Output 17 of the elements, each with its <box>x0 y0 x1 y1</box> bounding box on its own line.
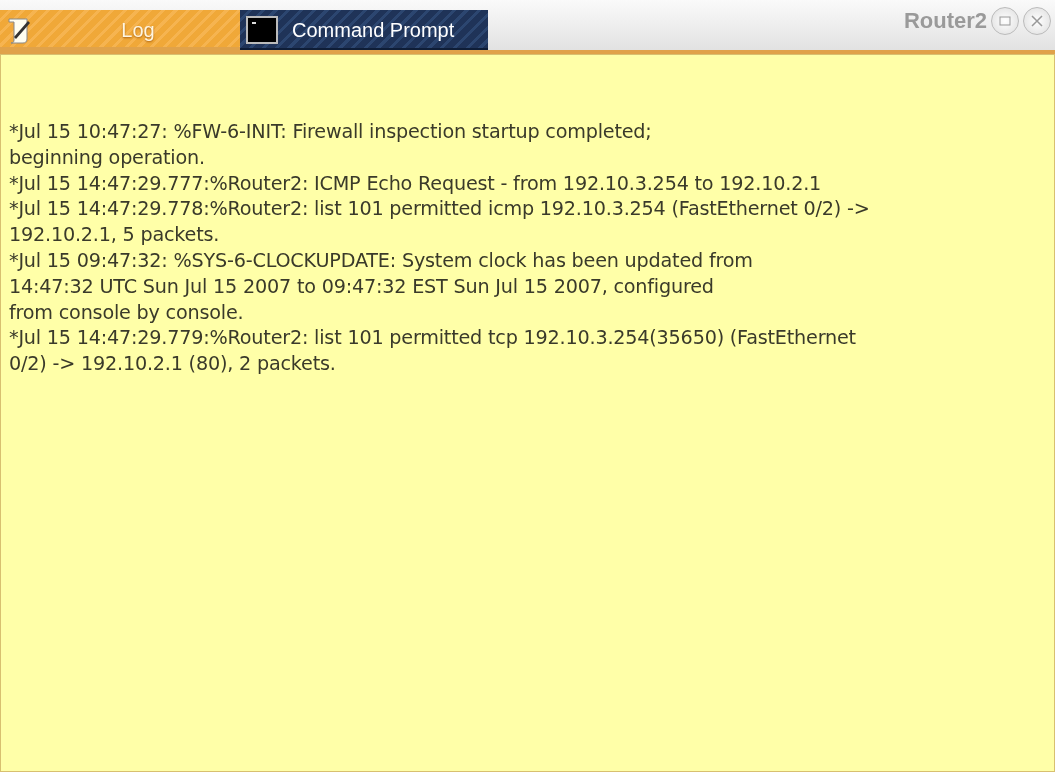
tab[interactable]: Command Prompt <box>240 10 488 50</box>
square-icon <box>999 16 1011 26</box>
log-line: *Jul 15 14:47:29.777:%Router2: ICMP Echo Request - from 192.10.3.254 to 192.10.2.1 <box>9 170 823 197</box>
log-line: *Jul 15 14:47:29.779:%Router2: list 101 permitted tcp 192.10.3.254(35650) (FastEthernet <box>9 325 857 352</box>
log-line: *Jul 15 10:47:27: %FW-6-INIT: Firewall inspection startup completed; <box>9 119 653 145</box>
terminal-icon <box>246 16 278 44</box>
maximize-button[interactable] <box>991 7 1019 35</box>
window-title: Router2 <box>903 8 987 34</box>
log-line: 192.10.2.1, 5 packets. <box>9 222 221 248</box>
log-line: from console by console. <box>9 299 245 326</box>
close-icon <box>1030 14 1044 28</box>
log-line: *Jul 15 09:47:32: %SYS-6-CLOCKUPDATE: System clock has been updated from <box>9 248 754 274</box>
close-button[interactable] <box>1023 7 1051 35</box>
log-line: beginning operation. <box>9 144 206 171</box>
log-line: 14:47:32 UTC Sun Jul 15 2007 to 09:47:32 EST Sun Jul 15 2007, configured <box>9 273 715 300</box>
log-line: 0/2) -> 192.10.2.1 (80), 2 packets. <box>9 351 337 377</box>
log-line: *Jul 15 14:47:29.778:%Router2: list 101 permitted icmp 192.10.3.254 (FastEthernet 0/2) -> <box>9 196 871 223</box>
